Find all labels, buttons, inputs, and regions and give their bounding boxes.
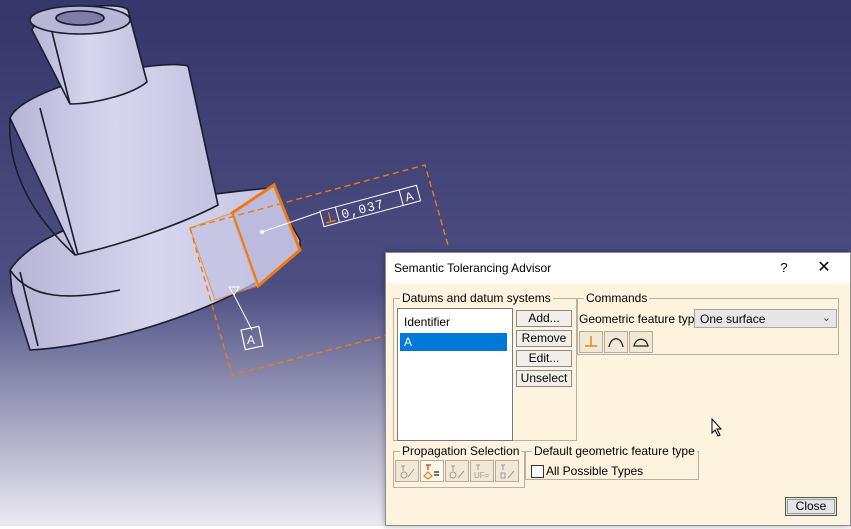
- propagation-point-icon[interactable]: [445, 460, 469, 482]
- propagation-tangent-icon[interactable]: [395, 460, 419, 482]
- dialog-titlebar[interactable]: Semantic Tolerancing Advisor ? ✕: [386, 253, 850, 283]
- all-possible-types-label[interactable]: All Possible Types: [546, 464, 643, 478]
- profile-of-line-icon[interactable]: [604, 331, 628, 353]
- list-item[interactable]: Identifier: [400, 313, 507, 331]
- propagation-legend: Propagation Selection: [402, 444, 520, 458]
- datum-label: A: [247, 333, 255, 347]
- propagation-equal-icon[interactable]: [420, 460, 444, 482]
- feature-type-select[interactable]: One surface ⌄: [694, 309, 837, 328]
- perpendicularity-icon[interactable]: [579, 331, 603, 353]
- close-x-button[interactable]: ✕: [814, 257, 834, 279]
- datums-legend: Datums and datum systems: [402, 291, 551, 305]
- add-button[interactable]: Add...: [516, 310, 572, 327]
- chevron-down-icon: ⌄: [821, 312, 831, 324]
- cursor-icon: [711, 418, 723, 437]
- help-button[interactable]: ?: [776, 257, 792, 279]
- feature-type-value: One surface: [700, 312, 766, 326]
- all-possible-types-checkbox[interactable]: [531, 465, 544, 478]
- leader-anchor: [260, 230, 264, 234]
- list-item-selected[interactable]: A: [400, 333, 507, 351]
- feature-type-label: Geometric feature type: [579, 312, 702, 326]
- datum-listbox[interactable]: Identifier A: [397, 308, 513, 441]
- dialog-title: Semantic Tolerancing Advisor: [394, 261, 552, 275]
- semantic-tolerancing-dialog: Semantic Tolerancing Advisor ? ✕ Datums …: [385, 252, 851, 526]
- default-type-legend: Default geometric feature type: [534, 444, 695, 458]
- propagation-shape-icon[interactable]: [495, 460, 519, 482]
- unselect-button[interactable]: Unselect: [516, 370, 572, 387]
- remove-button[interactable]: Remove: [516, 330, 572, 347]
- commands-legend: Commands: [586, 291, 648, 305]
- svg-text:UF=: UF=: [474, 471, 490, 480]
- edit-button[interactable]: Edit...: [516, 350, 572, 367]
- profile-of-surface-icon[interactable]: [629, 331, 653, 353]
- close-button[interactable]: Close: [785, 497, 837, 516]
- propagation-uf-icon[interactable]: UF=: [470, 460, 494, 482]
